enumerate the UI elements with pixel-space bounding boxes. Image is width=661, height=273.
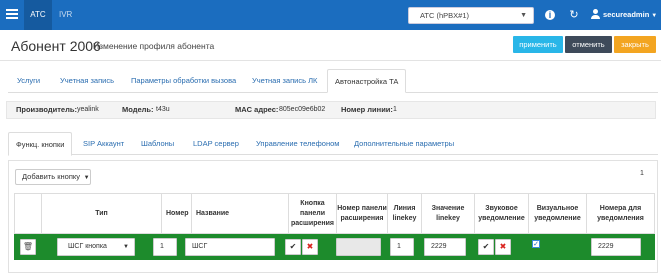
chevron-down-icon: ▼: [123, 244, 129, 250]
main-tabs: Услуги Учетная запись Параметры обработк…: [8, 69, 658, 93]
key-type-value: ШСГ кнопка: [68, 243, 107, 250]
sub-tabs: Функц. кнопки SIP Аккаунт Шаблоны LDAP с…: [8, 132, 658, 156]
tab-autoconfig[interactable]: Автонастройка ТА: [327, 69, 407, 93]
value-linekey-input[interactable]: 2229: [424, 238, 466, 256]
expansion-confirm-button[interactable]: ✔: [285, 239, 301, 255]
table-header-value-linekey: Значение linekey: [421, 193, 474, 234]
cancel-button[interactable]: отменить: [565, 36, 612, 53]
manufacturer-label: Производитель:: [16, 105, 77, 114]
table-row: 🗑 ШСГ кнопка ▼ 1 ШСГ ✔ ✖ 1 2229 ✔ ✖ ✓ 22…: [14, 234, 655, 260]
page-title: Абонент 2006: [11, 38, 101, 54]
key-number-input[interactable]: 1: [153, 238, 177, 256]
pbx-select-value: АТС (hPBX#1): [420, 11, 470, 20]
expansion-number-input[interactable]: [336, 238, 381, 256]
nav-tab-ivr[interactable]: IVR: [59, 0, 72, 30]
mac-value: 805ec09e6b02: [279, 106, 326, 113]
close-icon: ✖: [306, 242, 314, 251]
notify-numbers-input[interactable]: 2229: [591, 238, 641, 256]
subtab-ldap-server[interactable]: LDAP сервер: [193, 132, 239, 156]
table-header-visual-notify: Визуальное уведомление: [528, 193, 586, 234]
table-header-expansion-number: Номер панели расширения: [336, 193, 387, 234]
hamburger-menu-icon[interactable]: [6, 7, 20, 23]
check-icon: ✔: [482, 242, 490, 251]
device-info-bar: Производитель: yealink Модель: t43u MAC …: [6, 101, 656, 119]
close-icon: ✖: [499, 242, 507, 251]
subtab-additional-params[interactable]: Дополнительные параметры: [354, 132, 454, 156]
delete-row-button[interactable]: 🗑: [20, 239, 36, 255]
visual-notify-checkbox[interactable]: ✓: [532, 240, 540, 248]
table-header-line-linekey: Линия linekey: [387, 193, 421, 234]
subtab-function-keys[interactable]: Функц. кнопки: [8, 132, 73, 156]
table-header-number: Номер: [161, 193, 191, 234]
manufacturer-value: yealink: [77, 106, 99, 113]
sound-notify-off-button[interactable]: ✖: [495, 239, 511, 255]
expansion-clear-button[interactable]: ✖: [302, 239, 318, 255]
tab-call-processing[interactable]: Параметры обработки вызова: [131, 69, 236, 93]
pager-count: 1: [640, 170, 644, 177]
tab-lk-account[interactable]: Учетная запись ЛК: [252, 69, 317, 93]
table-header-type: Тип: [41, 193, 161, 234]
tab-account[interactable]: Учетная запись: [60, 69, 114, 93]
model-value: t43u: [156, 106, 170, 113]
line-number-value: 1: [393, 106, 397, 113]
add-key-label: Добавить кнопку: [22, 172, 81, 181]
top-navbar: ATC IVR АТС (hPBX#1) ▼ i ↻ secureadmin ▼: [0, 0, 661, 30]
subtab-sip-account[interactable]: SIP Аккаунт: [83, 132, 124, 156]
add-key-button[interactable]: Добавить кнопку ▼: [15, 169, 91, 185]
chevron-down-icon: ▼: [82, 175, 90, 181]
check-icon: ✔: [289, 242, 297, 251]
trash-icon: 🗑: [22, 242, 34, 251]
line-linekey-input[interactable]: 1: [390, 238, 414, 256]
table-header-actions: [14, 193, 41, 234]
key-name-input[interactable]: ШСГ: [185, 238, 275, 256]
info-icon[interactable]: i: [545, 10, 555, 20]
table-header-name: Название: [191, 193, 288, 234]
pbx-select[interactable]: АТС (hPBX#1) ▼: [408, 7, 534, 24]
divider: [0, 60, 661, 61]
table-header-notify-numbers: Номера для уведомления: [586, 193, 655, 234]
tab-services[interactable]: Услуги: [17, 69, 40, 93]
nav-tab-atc[interactable]: ATC: [24, 0, 52, 30]
sound-notify-on-button[interactable]: ✔: [478, 239, 494, 255]
chevron-down-icon: ▼: [651, 13, 658, 19]
apply-button[interactable]: применить: [513, 36, 563, 53]
line-number-label: Номер линии:: [341, 105, 393, 114]
check-icon: ✓: [533, 241, 539, 248]
subtab-templates[interactable]: Шаблоны: [141, 132, 174, 156]
close-button[interactable]: закрыть: [614, 36, 656, 53]
chevron-down-icon: ▼: [520, 12, 527, 19]
subtab-phone-control[interactable]: Управление телефоном: [256, 132, 339, 156]
mac-label: MAC адрес:: [235, 105, 279, 114]
table-header-expansion-button: Кнопка панели расширения: [288, 193, 336, 234]
table-header-sound-notify: Звуковое уведомление: [474, 193, 528, 234]
page-subtitle: Изменение профиля абонента: [93, 41, 215, 51]
user-menu[interactable]: secureadmin ▼: [603, 0, 657, 30]
refresh-icon[interactable]: ↻: [567, 8, 581, 22]
key-type-select[interactable]: ШСГ кнопка ▼: [57, 238, 135, 256]
user-icon: [591, 9, 600, 20]
username-label: secureadmin: [603, 10, 650, 19]
model-label: Модель:: [122, 105, 154, 114]
